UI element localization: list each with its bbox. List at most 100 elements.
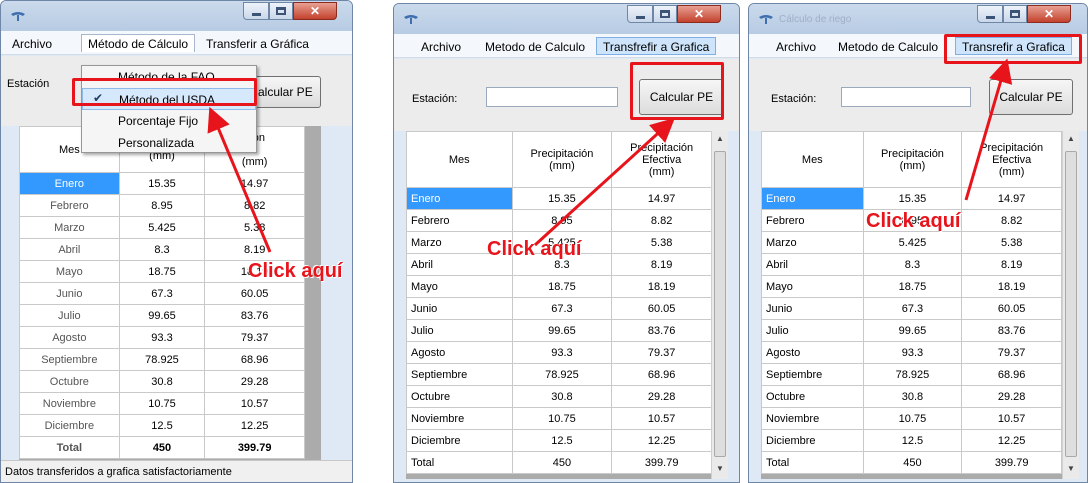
total-row[interactable]: Total 450 399.79	[19, 436, 305, 459]
cell-pe[interactable]: 83.76	[204, 304, 305, 327]
cell-precipitacion[interactable]: 18.75	[862, 275, 963, 298]
menu-transferir-grafica[interactable]: Transfrefir a Grafica	[596, 37, 717, 55]
cell-mes[interactable]: Febrero	[19, 194, 120, 217]
cell-pe[interactable]: 29.28	[611, 385, 712, 408]
close-button[interactable]: ✕	[293, 2, 337, 20]
cell-mes[interactable]: Octubre	[19, 370, 120, 393]
cell-precipitacion[interactable]: 8.3	[118, 238, 206, 261]
cell-precipitacion[interactable]: 12.5	[511, 429, 613, 452]
table-row[interactable]: Junio 67.3 60.05	[19, 282, 305, 305]
cell-precipitacion[interactable]: 78.925	[511, 363, 613, 386]
table-row[interactable]: Octubre 30.8 29.28	[19, 370, 305, 393]
cell-precipitacion[interactable]: 10.75	[862, 407, 963, 430]
cell-precipitacion[interactable]: 12.5	[862, 429, 963, 452]
scroll-up-icon[interactable]: ▲	[1063, 131, 1079, 147]
menu-archivo[interactable]: Archivo	[5, 34, 59, 52]
minimize-button[interactable]	[243, 2, 269, 20]
cell-mes[interactable]: Septiembre	[406, 363, 513, 386]
minimize-button[interactable]	[977, 5, 1003, 23]
cell-total-value[interactable]: 450	[118, 436, 206, 459]
cell-precipitacion[interactable]: 30.8	[862, 385, 963, 408]
cell-mes[interactable]: Septiembre	[761, 363, 864, 386]
cell-pe[interactable]: 60.05	[204, 282, 305, 305]
cell-total-value[interactable]: 399.79	[204, 436, 305, 459]
table-row[interactable]: Abril 8.3 8.19	[19, 238, 305, 261]
cell-pe[interactable]: 29.28	[204, 370, 305, 393]
cell-pe[interactable]: 83.76	[611, 319, 712, 342]
cell-pe[interactable]: 60.05	[611, 297, 712, 320]
table-row[interactable]: Diciembre 12.5 12.25	[406, 429, 712, 452]
cell-mes[interactable]: Mayo	[761, 275, 864, 298]
table-row[interactable]: Julio 99.65 83.76	[19, 304, 305, 327]
cell-mes[interactable]: Enero	[761, 187, 864, 210]
cell-total-value[interactable]: 399.79	[611, 451, 712, 474]
cell-precipitacion[interactable]: 15.35	[511, 187, 613, 210]
cell-pe[interactable]: 5.38	[611, 231, 712, 254]
vertical-scrollbar[interactable]: ▲ ▼	[711, 131, 728, 479]
cell-precipitacion[interactable]: 93.3	[862, 341, 963, 364]
table-row[interactable]: Abril 8.3 8.19	[761, 253, 1062, 276]
cell-mes[interactable]: Abril	[761, 253, 864, 276]
table-row[interactable]: Mayo 18.75 18.19	[761, 275, 1062, 298]
table-row[interactable]: Mayo 18.75 18.19	[406, 275, 712, 298]
cell-precipitacion[interactable]: 67.3	[118, 282, 206, 305]
cell-pe[interactable]: 10.57	[611, 407, 712, 430]
table-row[interactable]: Julio 99.65 83.76	[406, 319, 712, 342]
cell-pe[interactable]: 68.96	[611, 363, 712, 386]
table-row[interactable]: Agosto 93.3 79.37	[761, 341, 1062, 364]
cell-pe[interactable]: 8.82	[204, 194, 305, 217]
maximize-button[interactable]	[1003, 5, 1027, 23]
menu-metodo-calculo[interactable]: Método de Cálculo	[81, 34, 196, 52]
cell-pe[interactable]: 10.57	[961, 407, 1062, 430]
table-row[interactable]: Julio 99.65 83.76	[761, 319, 1062, 342]
menu-option-personalizada[interactable]: Personalizada	[82, 132, 256, 154]
menu-option-porcentaje-fijo[interactable]: Porcentaje Fijo	[82, 110, 256, 132]
cell-mes[interactable]: Septiembre	[19, 348, 120, 371]
cell-mes[interactable]: Noviembre	[761, 407, 864, 430]
cell-total-label[interactable]: Total	[19, 436, 120, 459]
cell-mes[interactable]: Junio	[19, 282, 120, 305]
cell-mes[interactable]: Octubre	[761, 385, 864, 408]
table-row[interactable]: Agosto 93.3 79.37	[19, 326, 305, 349]
cell-precipitacion[interactable]: 18.75	[511, 275, 613, 298]
cell-pe[interactable]: 8.19	[611, 253, 712, 276]
cell-total-label[interactable]: Total	[406, 451, 513, 474]
cell-precipitacion[interactable]: 15.35	[862, 187, 963, 210]
cell-mes[interactable]: Julio	[761, 319, 864, 342]
cell-mes[interactable]: Agosto	[19, 326, 120, 349]
cell-mes[interactable]: Julio	[406, 319, 513, 342]
cell-mes[interactable]: Noviembre	[19, 392, 120, 415]
cell-precipitacion[interactable]: 30.8	[118, 370, 206, 393]
cell-pe[interactable]: 12.25	[204, 414, 305, 437]
cell-mes[interactable]: Febrero	[761, 209, 864, 232]
cell-precipitacion[interactable]: 67.3	[511, 297, 613, 320]
cell-mes[interactable]: Junio	[406, 297, 513, 320]
calcular-pe-button[interactable]: Calcular PE	[989, 79, 1073, 115]
close-button[interactable]: ✕	[677, 5, 721, 23]
table-row[interactable]: Junio 67.3 60.05	[761, 297, 1062, 320]
scrollbar-thumb[interactable]	[1065, 151, 1077, 457]
station-input[interactable]	[486, 87, 618, 107]
cell-pe[interactable]: 12.25	[611, 429, 712, 452]
cell-precipitacion[interactable]: 93.3	[511, 341, 613, 364]
table-row[interactable]: Septiembre 78.925 68.96	[19, 348, 305, 371]
minimize-button[interactable]	[627, 5, 653, 23]
cell-mes[interactable]: Marzo	[19, 216, 120, 239]
cell-precipitacion[interactable]: 10.75	[511, 407, 613, 430]
cell-mes[interactable]: Diciembre	[19, 414, 120, 437]
cell-precipitacion[interactable]: 8.95	[511, 209, 613, 232]
cell-mes[interactable]: Marzo	[761, 231, 864, 254]
cell-precipitacion[interactable]: 5.425	[118, 216, 206, 239]
maximize-button[interactable]	[653, 5, 677, 23]
menu-transferir-grafica[interactable]: Transferir a Gráfica	[199, 34, 316, 52]
cell-precipitacion[interactable]: 99.65	[511, 319, 613, 342]
table-row[interactable]: Octubre 30.8 29.28	[406, 385, 712, 408]
total-row[interactable]: Total 450 399.79	[406, 451, 712, 474]
menu-metodo-calculo[interactable]: Metodo de Calculo	[478, 37, 592, 55]
cell-mes[interactable]: Mayo	[19, 260, 120, 283]
cell-mes[interactable]: Diciembre	[406, 429, 513, 452]
cell-pe[interactable]: 68.96	[204, 348, 305, 371]
cell-total-value[interactable]: 399.79	[961, 451, 1062, 474]
table-row[interactable]: Junio 67.3 60.05	[406, 297, 712, 320]
cell-pe[interactable]: 10.57	[204, 392, 305, 415]
